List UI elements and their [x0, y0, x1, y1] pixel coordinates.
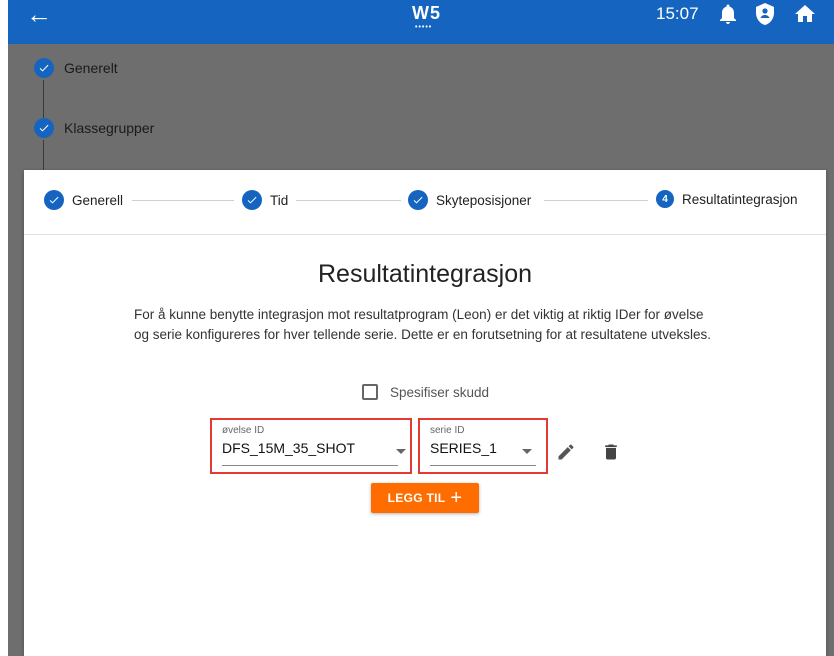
step-generell[interactable]: Generell [44, 190, 123, 210]
step-connector [132, 200, 234, 201]
step-connector [544, 200, 648, 201]
legg-til-button[interactable]: LEGG TIL + [371, 483, 479, 513]
field-value: DFS_15M_35_SHOT [222, 440, 356, 456]
arrow-left-icon[interactable]: ← [26, 0, 52, 28]
bg-step-label: Klassegrupper [64, 120, 155, 136]
delete-trash-icon[interactable] [601, 442, 621, 462]
page-title: Resultatintegrasjon [317, 260, 532, 288]
step-label: Resultatintegrasjon [682, 191, 798, 207]
check-circle-icon [242, 190, 262, 210]
step-label: Generell [72, 192, 124, 208]
step-connector [296, 200, 401, 201]
field-label: øvelse ID [222, 425, 265, 436]
top-app-bar: ← W5 ••••• 15:07 [8, 0, 834, 44]
bg-step-connector [43, 80, 44, 118]
edit-pencil-icon[interactable] [556, 442, 576, 462]
dropdown-arrow-icon[interactable] [522, 449, 532, 454]
step-number-badge: 4 [656, 190, 674, 208]
step-tid[interactable]: Tid [242, 190, 288, 210]
spesifiser-skudd-checkbox[interactable]: Spesifiser skudd [362, 384, 489, 400]
check-circle-icon [34, 58, 54, 78]
field-value: SERIES_1 [430, 440, 497, 456]
dropdown-arrow-icon[interactable] [396, 449, 406, 454]
step-label: Tid [270, 192, 289, 208]
dialog-card: Generell Tid Skyteposisjoner 4 Resultati… [24, 170, 826, 656]
description-text: For å kunne benytte integrasjon mot resu… [134, 307, 712, 342]
home-icon[interactable] [793, 2, 817, 26]
account-shield-icon[interactable] [753, 2, 777, 26]
field-underline [222, 465, 398, 466]
field-underline [430, 465, 536, 466]
add-button-label: LEGG TIL [387, 491, 446, 505]
bg-step-generelt: Generelt [34, 58, 118, 78]
checkbox-label: Spesifiser skudd [390, 384, 490, 400]
bell-icon[interactable] [716, 2, 740, 26]
ovelse-id-select[interactable]: øvelse ID DFS_15M_35_SHOT [210, 418, 412, 474]
horizontal-stepper: Generell Tid Skyteposisjoner 4 Resultati… [24, 170, 826, 235]
bg-step-connector [43, 140, 44, 170]
checkbox-icon[interactable] [362, 384, 378, 400]
app-logo: W5 ••••• [412, 0, 441, 31]
logo-text: W5 [412, 3, 441, 23]
bg-step-label: Generelt [64, 60, 118, 76]
check-circle-icon [34, 118, 54, 138]
field-label: serie ID [430, 425, 465, 436]
check-circle-icon [44, 190, 64, 210]
plus-icon: + [450, 487, 463, 509]
bg-step-klassegrupper: Klassegrupper [34, 118, 154, 138]
logo-dots: ••••• [415, 24, 433, 31]
step-skyteposisjoner[interactable]: Skyteposisjoner [408, 190, 531, 210]
check-circle-icon [408, 190, 428, 210]
step-label: Skyteposisjoner [436, 192, 532, 208]
clock: 15:07 [656, 4, 699, 23]
step-resultatintegrasjon[interactable]: 4 Resultatintegrasjon [656, 190, 798, 208]
serie-id-select[interactable]: serie ID SERIES_1 [418, 418, 548, 474]
